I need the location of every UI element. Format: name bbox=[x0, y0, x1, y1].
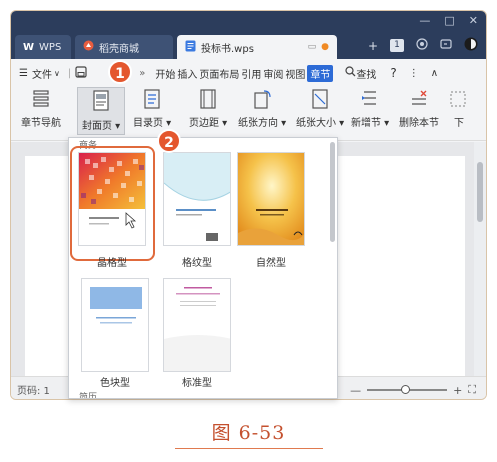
cover-page-label: 封面页 ▾ bbox=[82, 121, 121, 132]
collapse-ribbon-icon[interactable]: ∧ bbox=[431, 68, 438, 79]
step-badge-2: 2 bbox=[157, 129, 181, 153]
zoom-slider[interactable] bbox=[367, 385, 448, 394]
toc-page-icon bbox=[144, 89, 160, 109]
menu-page-layout[interactable]: 页面布局 bbox=[199, 66, 239, 81]
menu-bar: ☰ 文件 ∨ | » 开始 插入 页面布局 引用 审阅 视图 章节 查找 ? ⋮… bbox=[11, 59, 486, 87]
template-colorblock[interactable] bbox=[81, 278, 149, 372]
chapter-nav-label: 章节导航 bbox=[21, 118, 61, 129]
delete-section-label: 删除本节 bbox=[399, 118, 439, 129]
page-number: 页码: 1 bbox=[17, 385, 50, 397]
template-plaid-label: 格纹型 bbox=[182, 258, 212, 269]
menu-chapter[interactable]: 章节 bbox=[307, 64, 334, 82]
orientation-button[interactable]: 纸张方向 ▾ bbox=[238, 89, 286, 129]
menu-view[interactable]: 视图 bbox=[285, 66, 305, 81]
save-icon[interactable] bbox=[75, 65, 87, 81]
new-section-label: 新增节 ▾ bbox=[351, 118, 390, 129]
document-icon bbox=[185, 40, 196, 55]
margins-label: 页边距 ▾ bbox=[189, 118, 228, 129]
chevron-down-icon[interactable]: ∨ bbox=[54, 69, 60, 78]
ribbon: 章节导航 封面页 ▾ 目录页 ▾ 页边距 ▾ 纸张方向 ▾ 纸张大小 ▾ 新增节… bbox=[11, 87, 486, 141]
minimize-button[interactable]: — bbox=[419, 14, 430, 27]
hamburger-icon[interactable]: ☰ bbox=[19, 68, 28, 79]
menu-references[interactable]: 引用 bbox=[241, 66, 261, 81]
margins-button[interactable]: 页边距 ▾ bbox=[189, 89, 227, 129]
template-nature[interactable] bbox=[237, 152, 305, 246]
template-lattice-label: 晶格型 bbox=[97, 258, 127, 269]
zoom-in-button[interactable]: + bbox=[453, 384, 462, 397]
cast-icon[interactable] bbox=[440, 38, 452, 53]
tab-store-label: 稻壳商城 bbox=[99, 43, 139, 55]
menu-home[interactable]: 开始 bbox=[155, 66, 175, 81]
avatar[interactable] bbox=[464, 37, 478, 54]
tab-document[interactable]: 投标书.wps ▭ ● bbox=[177, 35, 337, 59]
tab-store[interactable]: 稻壳商城 bbox=[75, 35, 173, 59]
menu-review[interactable]: 审阅 bbox=[263, 66, 283, 81]
menu-insert[interactable]: 插入 bbox=[177, 66, 197, 81]
more-icon[interactable]: ⋮ bbox=[409, 68, 419, 79]
template-standard[interactable] bbox=[163, 278, 231, 372]
template-lattice[interactable] bbox=[78, 152, 146, 246]
tab-monitor-icon[interactable]: ▭ bbox=[308, 42, 317, 52]
chapter-nav-button[interactable]: 章节导航 bbox=[21, 89, 61, 129]
window-controls: — □ ✕ bbox=[419, 14, 478, 27]
next-section-label: 下 bbox=[454, 118, 464, 129]
zoom-control: — + ⛶ bbox=[350, 383, 476, 397]
scrollbar-thumb[interactable] bbox=[477, 162, 483, 222]
template-plaid[interactable] bbox=[163, 152, 231, 246]
maximize-button[interactable]: □ bbox=[444, 14, 454, 27]
paper-size-label: 纸张大小 ▾ bbox=[296, 118, 345, 129]
tab-document-label: 投标书.wps bbox=[201, 43, 254, 55]
more-quick-access-icon[interactable]: » bbox=[139, 68, 145, 79]
divider: | bbox=[67, 67, 72, 79]
template-nature-label: 自然型 bbox=[256, 258, 286, 269]
zoom-out-button[interactable]: — bbox=[350, 384, 361, 397]
paper-size-button[interactable]: 纸张大小 ▾ bbox=[296, 89, 344, 129]
dropdown-scrollbar[interactable] bbox=[330, 142, 335, 242]
step-badge-1: 1 bbox=[108, 60, 132, 84]
title-bar: — □ ✕ W WPS 稻壳商城 投标书.wps ▭ ● + 1 bbox=[11, 11, 486, 59]
share-icon[interactable] bbox=[416, 38, 428, 53]
chapter-nav-icon bbox=[33, 90, 49, 107]
vertical-scrollbar[interactable] bbox=[474, 142, 486, 376]
next-section-header: 简历 bbox=[79, 393, 98, 399]
cover-page-icon bbox=[93, 90, 109, 111]
wps-logo-icon: W bbox=[23, 41, 35, 53]
new-section-button[interactable]: 新增节 ▾ bbox=[351, 89, 389, 129]
orientation-icon bbox=[254, 90, 271, 109]
delete-section-icon bbox=[412, 90, 427, 105]
search-icon[interactable] bbox=[345, 66, 356, 80]
new-section-icon bbox=[362, 91, 377, 105]
delete-section-button[interactable]: 删除本节 bbox=[399, 89, 439, 129]
figure-caption: 图 6-53 bbox=[211, 422, 286, 444]
close-button[interactable]: ✕ bbox=[469, 14, 478, 27]
template-colorblock-label: 色块型 bbox=[100, 378, 130, 389]
toc-page-label: 目录页 ▾ bbox=[133, 118, 172, 129]
tab-wps[interactable]: W WPS bbox=[15, 35, 71, 59]
orientation-label: 纸张方向 ▾ bbox=[238, 118, 287, 129]
next-section-icon bbox=[450, 91, 466, 107]
search-label[interactable]: 查找 bbox=[356, 66, 376, 81]
new-tab-icon[interactable]: + bbox=[368, 39, 378, 53]
titlebar-actions: + 1 bbox=[368, 37, 478, 54]
cover-template-dropdown: 商务 晶格型 格纹型 自然型 色块型 标准型 简历 bbox=[68, 137, 338, 399]
margins-icon bbox=[200, 89, 216, 109]
fit-window-icon[interactable]: ⛶ bbox=[468, 383, 476, 397]
menu-file[interactable]: 文件 bbox=[32, 66, 52, 81]
cover-page-button[interactable]: 封面页 ▾ bbox=[77, 87, 126, 135]
tab-wps-label: WPS bbox=[39, 41, 62, 53]
toc-page-button[interactable]: 目录页 ▾ bbox=[133, 89, 171, 129]
store-icon bbox=[83, 40, 94, 54]
help-icon[interactable]: ? bbox=[390, 66, 396, 80]
unsaved-dot-icon: ● bbox=[321, 42, 329, 52]
template-standard-label: 标准型 bbox=[182, 378, 212, 389]
zoom-slider-knob[interactable] bbox=[401, 385, 411, 394]
next-section-button[interactable]: 下 bbox=[449, 89, 469, 129]
caption-underline bbox=[175, 448, 323, 449]
tab-count-badge[interactable]: 1 bbox=[390, 39, 404, 52]
paper-size-icon bbox=[312, 89, 328, 109]
